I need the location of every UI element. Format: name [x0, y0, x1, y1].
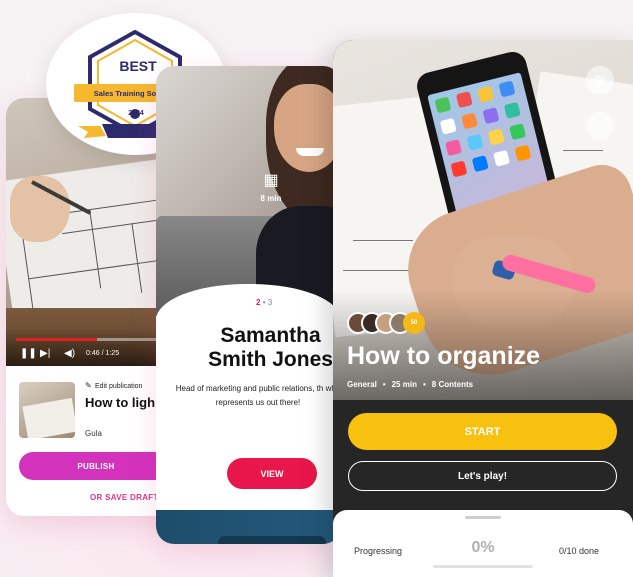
heart-icon[interactable]: ♡: [586, 112, 614, 140]
participants-count-badge: 50: [403, 312, 425, 334]
profile-name: Samantha Smith Jones: [208, 324, 333, 371]
page-current: 2: [256, 298, 261, 307]
publish-button[interactable]: PUBLISH: [19, 452, 176, 480]
editor-phone: ❚❚ ▶| ◀) 0:46 / 1:25 ✎ Edit publication …: [6, 98, 176, 516]
badge-year: 2024: [128, 110, 144, 117]
photo-face: [274, 84, 341, 172]
course-content-count: 8 Contents: [431, 380, 474, 389]
progress-done-count: 0/10 done: [559, 546, 600, 556]
progress-label: Progressing: [354, 546, 403, 556]
start-button[interactable]: START: [348, 413, 617, 450]
video-progress-fill: [16, 338, 97, 341]
pause-icon[interactable]: ❚❚: [20, 348, 37, 359]
chat-icon[interactable]: ▤: [586, 66, 614, 94]
thumbnail-paper: [22, 397, 75, 438]
edit-publication-link[interactable]: ✎ Edit publication: [85, 381, 143, 391]
progress-percent: 0%: [471, 539, 495, 556]
video-controls-overlay: [6, 328, 176, 366]
lesson-thumbnail[interactable]: [19, 382, 75, 438]
course-duration: 25 min: [391, 380, 417, 389]
course-meta: General • 25 min • 8 Contents: [347, 380, 474, 389]
page-indicator: 2 • 3: [256, 298, 272, 307]
profile-phone: ▦ 8 min 2 • 3 Samantha Smith Jones Head …: [156, 66, 341, 544]
course-title: How to organize: [347, 342, 541, 370]
pencil-icon: ✎: [85, 381, 92, 390]
page-separator: •: [262, 298, 266, 307]
lesson-author: Gula: [85, 429, 102, 438]
video-time: 0:46 / 1:25: [86, 350, 120, 357]
course-phone: ▤ ♡ 50 How to organize General • 25 min • 8 …: [333, 40, 633, 577]
course-category: General: [347, 380, 377, 389]
lets-play-button[interactable]: Let's play!: [348, 461, 617, 491]
skip-next-icon[interactable]: ▶|: [40, 348, 50, 359]
save-draft-link[interactable]: OR SAVE DRAFT: [90, 493, 159, 502]
film-icon: ▦: [263, 172, 279, 189]
page-total: 3: [267, 298, 273, 307]
edit-publication-label: Edit publication: [94, 383, 143, 390]
profile-description: Head of marketing and public relations, …: [175, 384, 341, 407]
next-card-pill: [218, 536, 326, 544]
profile-photo: ▦ 8 min: [156, 66, 341, 316]
volume-icon[interactable]: ◀): [64, 348, 75, 359]
view-button[interactable]: VIEW: [227, 458, 317, 489]
profile-card: [156, 284, 341, 544]
sheet-drag-handle[interactable]: [465, 516, 501, 519]
video-progress-bar[interactable]: [16, 338, 166, 341]
photo-smile: [296, 148, 324, 156]
progress-bar: [433, 565, 533, 568]
content-duration: 8 min: [260, 194, 282, 203]
